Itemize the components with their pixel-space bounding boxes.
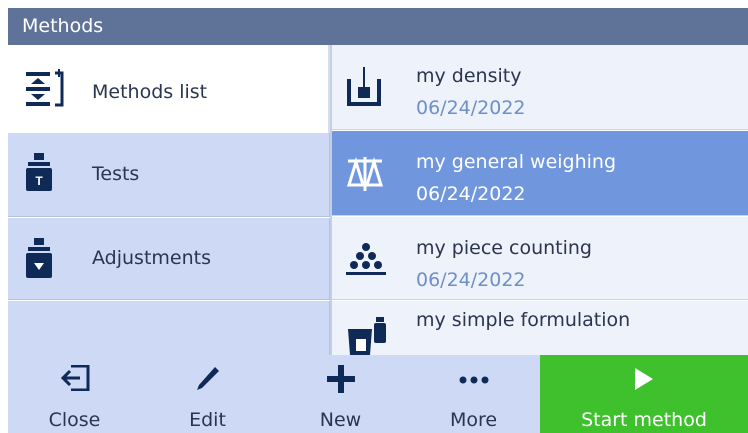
pencil-icon xyxy=(141,363,274,393)
nav-item-tests[interactable]: T Tests xyxy=(8,133,330,217)
exit-icon xyxy=(8,363,141,393)
method-date: 06/24/2022 xyxy=(416,183,526,205)
methods-list-icon xyxy=(26,69,66,113)
svg-text:T: T xyxy=(35,174,43,188)
more-label: More xyxy=(449,409,498,431)
method-name: my piece counting xyxy=(416,237,592,259)
start-method-button[interactable]: Start method xyxy=(540,355,748,433)
close-button[interactable]: Close xyxy=(8,355,141,433)
nav-empty-slot xyxy=(8,301,330,355)
method-item-simple-formulation[interactable]: my simple formulation xyxy=(332,301,748,355)
methods-window: Methods Methods list T Tests Adjustments… xyxy=(8,8,748,433)
method-date: 06/24/2022 xyxy=(416,269,526,291)
new-label: New xyxy=(319,409,362,431)
nav-item-label: Methods list xyxy=(92,81,208,103)
new-button[interactable]: New xyxy=(274,355,407,433)
density-icon xyxy=(346,67,382,111)
edit-label: Edit xyxy=(189,409,226,431)
close-label: Close xyxy=(48,409,101,431)
nav-item-label: Tests xyxy=(92,163,140,185)
test-weight-icon: T xyxy=(26,153,52,195)
start-method-label: Start method xyxy=(581,409,707,431)
edit-button[interactable]: Edit xyxy=(141,355,274,433)
play-icon xyxy=(540,363,748,393)
method-item-general-weighing[interactable]: my general weighing 06/24/2022 xyxy=(332,131,748,216)
window-title: Methods xyxy=(8,8,748,45)
more-button[interactable]: More xyxy=(407,355,540,433)
formulation-icon xyxy=(346,311,388,359)
method-name: my general weighing xyxy=(416,151,617,173)
nav-item-label: Adjustments xyxy=(92,247,211,269)
method-date: 06/24/2022 xyxy=(416,97,526,119)
nav-item-methods-list[interactable]: Methods list xyxy=(8,45,330,133)
method-item-piece-counting[interactable]: my piece counting 06/24/2022 xyxy=(332,217,748,300)
nav-item-adjustments[interactable]: Adjustments xyxy=(8,218,330,300)
method-name: my density xyxy=(416,65,522,87)
piece-counting-icon xyxy=(346,241,386,281)
scale-icon xyxy=(346,155,384,197)
more-icon xyxy=(407,363,540,393)
plus-icon xyxy=(274,363,407,393)
method-name: my simple formulation xyxy=(416,309,631,331)
adjustment-weight-icon xyxy=(26,238,52,282)
method-item-density[interactable]: my density 06/24/2022 xyxy=(332,45,748,130)
